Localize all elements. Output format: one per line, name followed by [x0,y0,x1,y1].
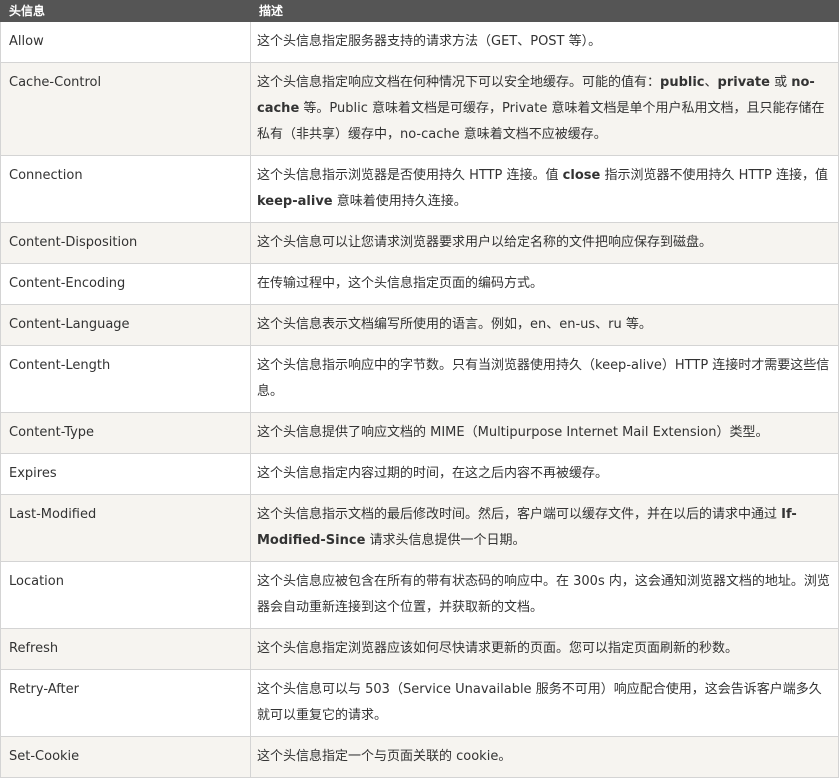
table-row: Last-Modified 这个头信息指示文档的最后修改时间。然后，客户端可以缓存… [0,494,839,562]
description-text: 这个头信息指定服务器支持的请求方法（GET、POST 等）。 [257,34,602,49]
description-text: 请求头信息提供一个日期。 [365,533,526,548]
description-text: 指示浏览器不使用持久 HTTP 连接，值 [600,168,828,183]
description-text: 这个头信息表示文档编写所使用的语言。例如，en、en-us、ru 等。 [257,317,652,332]
column-header-description: 描述 [250,0,839,22]
table-row: Content-Encoding 在传输过程中，这个头信息指定页面的编码方式。 [0,263,839,305]
description-text: 这个头信息指示文档的最后修改时间。然后，客户端可以缓存文件，并在以后的请求中通过 [257,507,782,522]
header-name-cell: Content-Disposition [0,222,251,264]
table-header-row: 头信息 描述 [0,0,839,22]
header-description-cell: 这个头信息指定浏览器应该如何尽快请求更新的页面。您可以指定页面刷新的秒数。 [250,628,839,670]
description-text: 这个头信息指定响应文档在何种情况下可以安全地缓存。可能的值有： [257,75,661,90]
header-name-cell: Retry-After [0,669,251,737]
description-text: 这个头信息指示响应中的字节数。只有当浏览器使用持久（keep-alive）HTT… [257,358,830,399]
description-keyword: private [717,75,770,90]
header-name-cell: Content-Length [0,345,251,413]
description-text: 这个头信息指定一个与页面关联的 cookie。 [257,749,512,764]
description-text: 这个头信息可以让您请求浏览器要求用户以给定名称的文件把响应保存到磁盘。 [257,235,713,250]
header-description-cell: 这个头信息表示文档编写所使用的语言。例如，en、en-us、ru 等。 [250,304,839,346]
table-row: Retry-After 这个头信息可以与 503（Service Unavaila… [0,669,839,737]
table-row: Content-Length 这个头信息指示响应中的字节数。只有当浏览器使用持久（… [0,345,839,413]
header-description-cell: 这个头信息指定一个与页面关联的 cookie。 [250,736,839,778]
description-text: 这个头信息应被包含在所有的带有状态码的响应中。在 300s 内，这会通知浏览器文… [257,574,830,615]
header-description-cell: 这个头信息指示文档的最后修改时间。然后，客户端可以缓存文件，并在以后的请求中通过… [250,494,839,562]
header-name-cell: Location [0,561,251,629]
description-text: 、 [704,75,718,90]
header-description-cell: 这个头信息提供了响应文档的 MIME（Multipurpose Internet… [250,412,839,454]
header-description-cell: 这个头信息指定服务器支持的请求方法（GET、POST 等）。 [250,21,839,63]
table-row: Content-Language 这个头信息表示文档编写所使用的语言。例如，en、… [0,304,839,346]
description-text: 等。Public 意味着文档是可缓存，Private 意味着文档是单个用户私用文… [257,101,825,142]
description-text: 或 [769,75,792,90]
table-body: Allow 这个头信息指定服务器支持的请求方法（GET、POST 等）。 Cache… [0,21,839,778]
description-keyword: close [562,168,601,183]
header-description-cell: 这个头信息指示响应中的字节数。只有当浏览器使用持久（keep-alive）HTT… [250,345,839,413]
header-description-cell: 在传输过程中，这个头信息指定页面的编码方式。 [250,263,839,305]
table-row: Content-Disposition 这个头信息可以让您请求浏览器要求用户以给定… [0,222,839,264]
table-row: Set-Cookie 这个头信息指定一个与页面关联的 cookie。 [0,736,839,778]
header-description-cell: 这个头信息可以与 503（Service Unavailable 服务不可用）响… [250,669,839,737]
table-row: Location 这个头信息应被包含在所有的带有状态码的响应中。在 300s 内，… [0,561,839,629]
table-row: Cache-Control 这个头信息指定响应文档在何种情况下可以安全地缓存。可能… [0,62,839,156]
description-text: 这个头信息指定内容过期的时间，在这之后内容不再被缓存。 [257,466,609,481]
header-name-cell: Content-Language [0,304,251,346]
header-name-cell: Content-Encoding [0,263,251,305]
table-row: Content-Type 这个头信息提供了响应文档的 MIME（Multipurp… [0,412,839,454]
header-description-cell: 这个头信息指定内容过期的时间，在这之后内容不再被缓存。 [250,453,839,495]
description-text: 在传输过程中，这个头信息指定页面的编码方式。 [257,276,544,291]
description-text: 这个头信息指示浏览器是否使用持久 HTTP 连接。值 [257,168,563,183]
table-row: Connection 这个头信息指示浏览器是否使用持久 HTTP 连接。值 clo… [0,155,839,223]
column-header-name: 头信息 [0,0,251,22]
header-description-cell: 这个头信息可以让您请求浏览器要求用户以给定名称的文件把响应保存到磁盘。 [250,222,839,264]
header-description-cell: 这个头信息应被包含在所有的带有状态码的响应中。在 300s 内，这会通知浏览器文… [250,561,839,629]
table-row: Expires 这个头信息指定内容过期的时间，在这之后内容不再被缓存。 [0,453,839,495]
description-text: 意味着使用持久连接。 [332,194,467,209]
header-name-cell: Set-Cookie [0,736,251,778]
description-text: 这个头信息提供了响应文档的 MIME（Multipurpose Internet… [257,425,769,440]
table-row: Refresh 这个头信息指定浏览器应该如何尽快请求更新的页面。您可以指定页面刷新… [0,628,839,670]
header-name-cell: Content-Type [0,412,251,454]
description-text: 这个头信息指定浏览器应该如何尽快请求更新的页面。您可以指定页面刷新的秒数。 [257,641,739,656]
description-keyword: keep-alive [257,194,333,209]
http-response-headers-table: 头信息 描述 Allow 这个头信息指定服务器支持的请求方法（GET、POST 等… [0,0,839,778]
header-name-cell: Expires [0,453,251,495]
header-description-cell: 这个头信息指示浏览器是否使用持久 HTTP 连接。值 close 指示浏览器不使… [250,155,839,223]
header-name-cell: Connection [0,155,251,223]
header-description-cell: 这个头信息指定响应文档在何种情况下可以安全地缓存。可能的值有：public、pr… [250,62,839,156]
header-name-cell: Last-Modified [0,494,251,562]
header-name-cell: Refresh [0,628,251,670]
description-text: 这个头信息可以与 503（Service Unavailable 服务不可用）响… [257,682,822,723]
table-row: Allow 这个头信息指定服务器支持的请求方法（GET、POST 等）。 [0,21,839,63]
header-name-cell: Cache-Control [0,62,251,156]
description-keyword: public [660,75,705,90]
header-name-cell: Allow [0,21,251,63]
